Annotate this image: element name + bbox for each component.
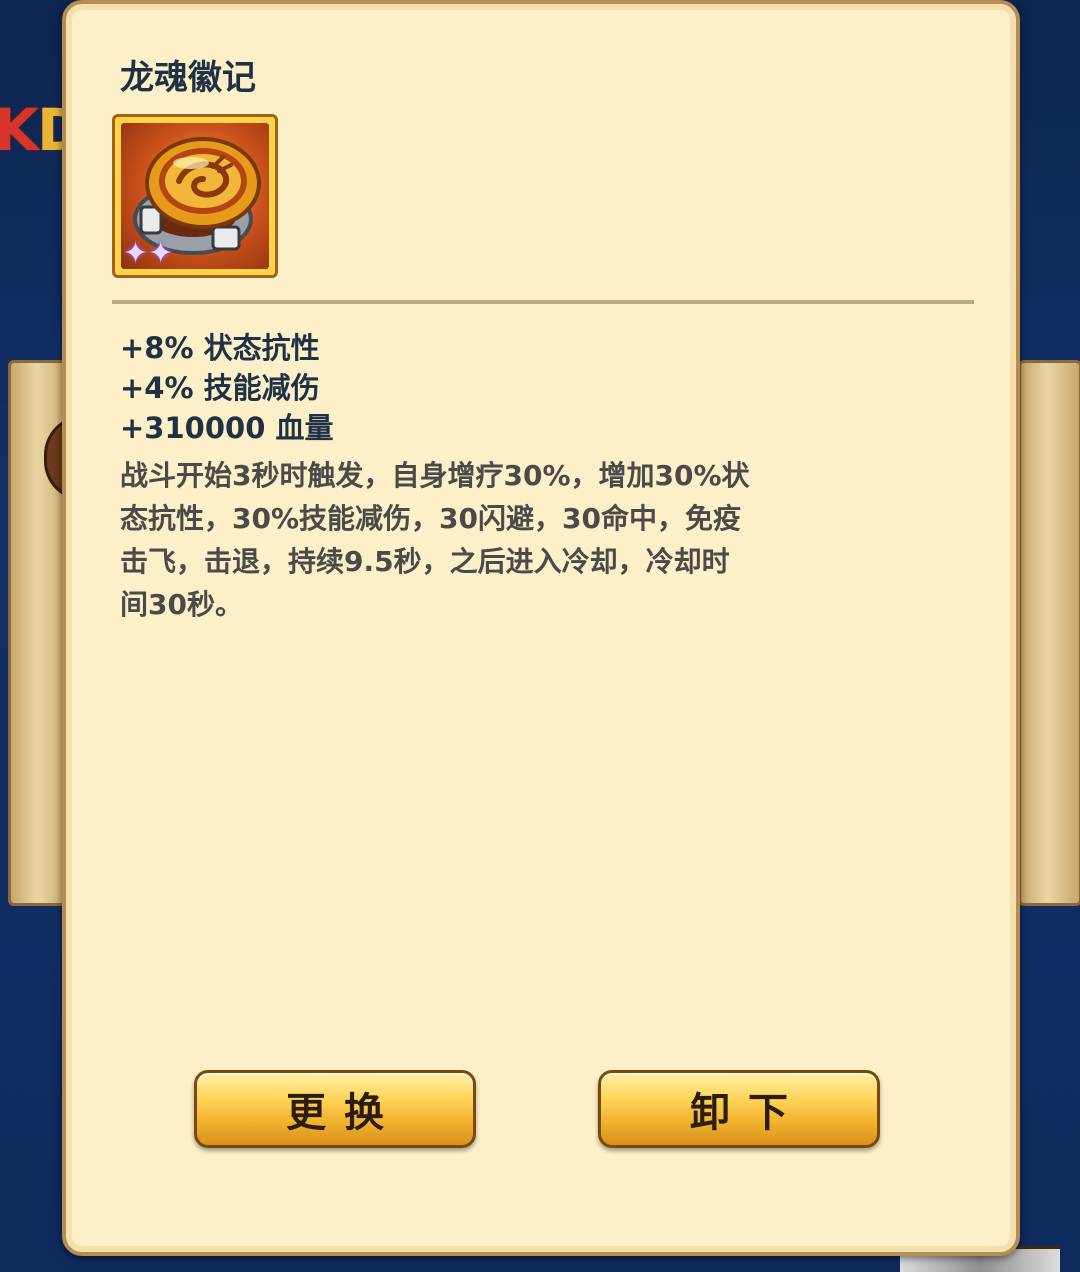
star-icon: ✦ (148, 236, 174, 269)
item-icon-frame: ✦ ✦ (112, 114, 278, 278)
item-detail-panel: 龙魂徽记 ✦ ✦ +8% 状态抗性 +4% 技能减伤 +310000 血量 战斗… (62, 0, 1020, 1256)
stat-health: +310000 血量 (120, 411, 334, 445)
replace-button[interactable]: 更换 (194, 1070, 476, 1148)
star-icon: ✦ (123, 236, 149, 269)
unequip-button[interactable]: 卸下 (598, 1070, 880, 1148)
stat-skill-damage-reduction: +4% 技能减伤 (120, 371, 320, 405)
item-effect-description: 战斗开始3秒时触发，自身增疗30%，增加30%状态抗性，30%技能减伤，30闪避… (120, 459, 750, 621)
item-name: 龙魂徽记 (120, 58, 256, 98)
background-scroll-right (1018, 360, 1080, 906)
stat-status-resistance: +8% 状态抗性 (120, 331, 320, 365)
item-stats-list: +8% 状态抗性 +4% 技能减伤 +310000 血量 (120, 328, 333, 448)
item-star-rating: ✦ ✦ (123, 239, 173, 269)
dragon-emblem-ring-icon: ✦ ✦ (121, 123, 269, 269)
section-divider (112, 300, 974, 304)
